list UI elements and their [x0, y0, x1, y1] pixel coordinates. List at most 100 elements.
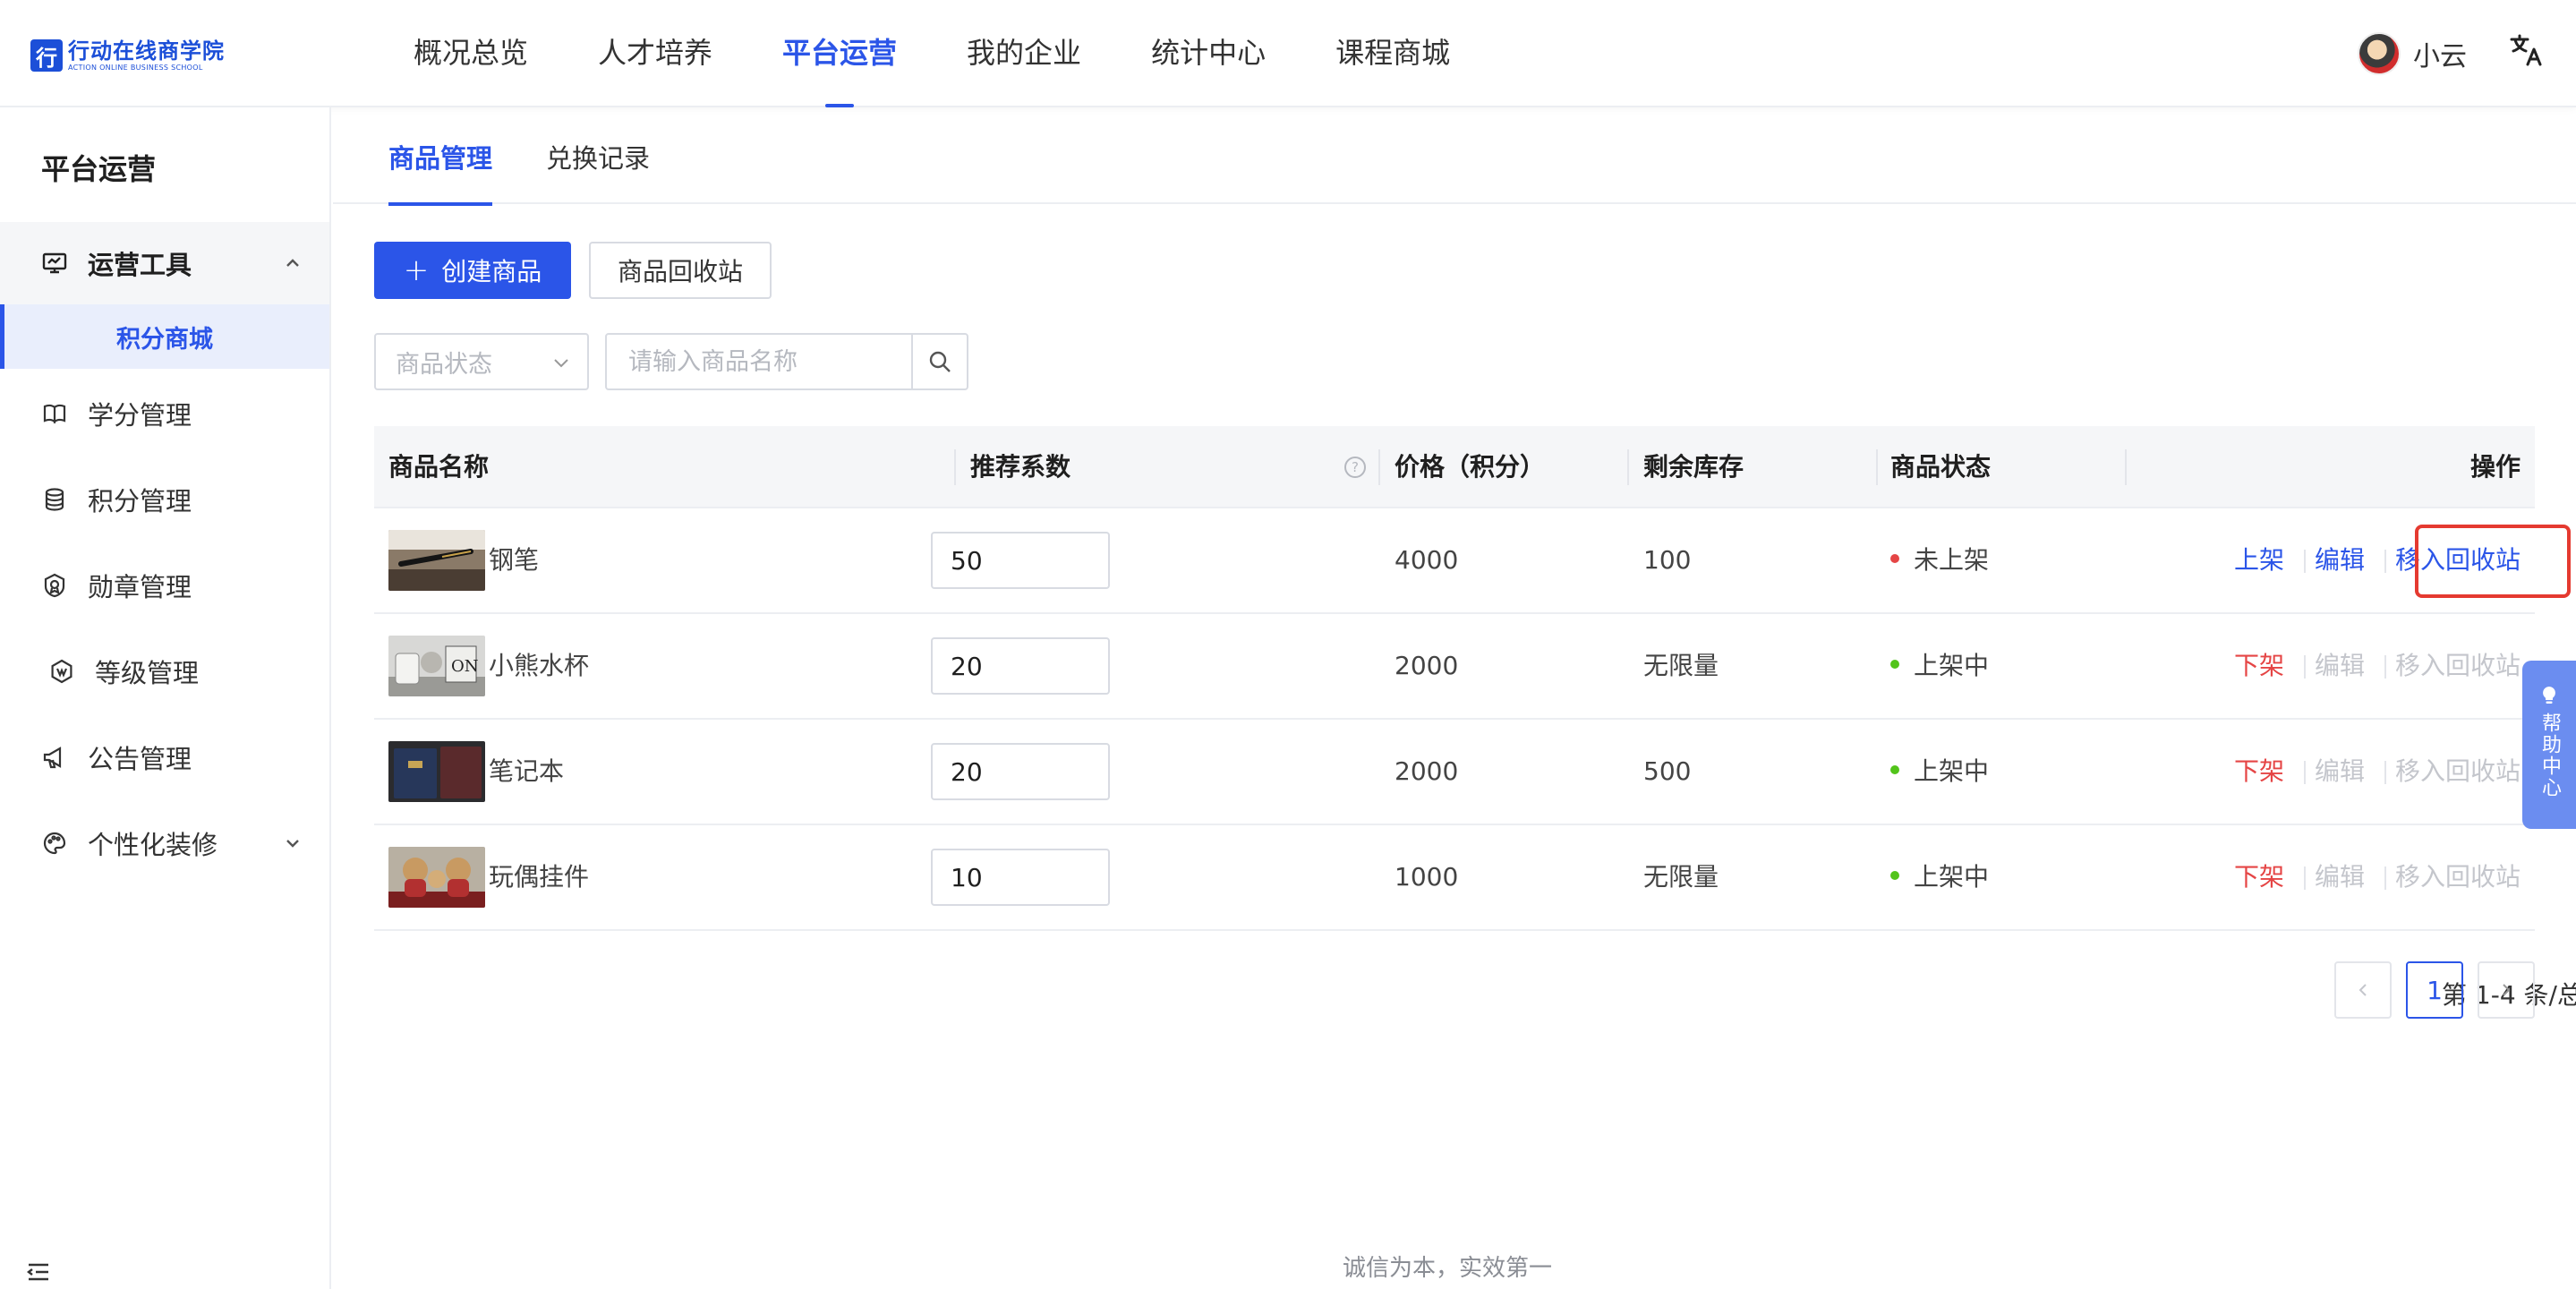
- status-text: 上架中: [1914, 651, 1990, 680]
- product-stock: 无限量: [1643, 651, 1719, 680]
- highlight-box: [2415, 525, 2571, 598]
- create-product-button[interactable]: + 创建商品: [374, 242, 571, 299]
- table-row: 笔记本 2000 500 上架中 下架 编辑 移入回收站: [374, 720, 2535, 825]
- column-divider: [1627, 449, 1629, 485]
- main-nav: 概况总览 人才培养 平台运营 我的企业 统计中心 课程商城: [414, 0, 1520, 107]
- column-header-stock: 剩余库存: [1643, 452, 1744, 482]
- sidebar-item-label: 公告管理: [88, 744, 192, 774]
- search-input[interactable]: [607, 335, 911, 388]
- sidebar: 平台运营 运营工具 积分商城 学分管理 积分管理 勋章管理 等级管理 公告管理 …: [0, 107, 331, 1289]
- recommend-weight-input[interactable]: [931, 743, 1110, 800]
- medal-icon: [41, 572, 68, 599]
- product-table: 商品名称 推荐系数 ? 价格（积分） 剩余库存 商品状态 操作 钢笔 4000 …: [374, 426, 2571, 931]
- recommend-weight-input[interactable]: [931, 637, 1110, 695]
- sidebar-item-label: 学分管理: [88, 400, 192, 431]
- table-header: 商品名称 推荐系数 ? 价格（积分） 剩余库存 商品状态 操作: [374, 426, 2535, 508]
- edit-button: 编辑: [2315, 651, 2366, 680]
- svg-text:ON: ON: [451, 657, 479, 676]
- status-text: 未上架: [1914, 545, 1990, 575]
- product-price: 2000: [1395, 651, 1459, 680]
- status-dot-icon: [1890, 660, 1899, 669]
- product-recycle-bin-button[interactable]: 商品回收站: [589, 242, 772, 299]
- product-name: 钢笔: [489, 545, 540, 575]
- take-off-shelf-button[interactable]: 下架: [2234, 720, 2284, 824]
- palette-icon: [41, 830, 68, 857]
- sidebar-item-levels[interactable]: 等级管理: [0, 636, 329, 707]
- action-divider: [2384, 550, 2386, 573]
- nav-item-my-company[interactable]: 我的企业: [967, 0, 1081, 107]
- move-to-recycle-bin-button: 移入回收站: [2395, 756, 2521, 786]
- megaphone-icon: [41, 744, 68, 771]
- column-divider: [1876, 449, 1878, 485]
- nav-item-platform-ops[interactable]: 平台运营: [782, 0, 897, 107]
- status-dot-icon: [1890, 871, 1899, 880]
- action-divider: [2304, 761, 2306, 784]
- sidebar-item-medals[interactable]: 勋章管理: [0, 550, 329, 621]
- edit-button: 编辑: [2315, 756, 2366, 786]
- product-thumbnail-doll-charm: [388, 847, 485, 908]
- sidebar-item-label: 勋章管理: [88, 572, 192, 602]
- product-thumbnail-pen: [388, 530, 485, 591]
- column-header-status: 商品状态: [1890, 452, 1992, 482]
- tab-exchange-records[interactable]: 兑换记录: [546, 107, 650, 204]
- status-dot-icon: [1890, 554, 1899, 563]
- product-name: 玩偶挂件: [489, 862, 590, 892]
- product-status-select[interactable]: 商品状态: [374, 333, 589, 390]
- logo-name-cn: 行动在线商学院: [68, 38, 225, 64]
- sidebar-title: 平台运营: [41, 152, 157, 186]
- table-row: 玩偶挂件 1000 无限量 上架中 下架 编辑 移入回收站: [374, 825, 2535, 931]
- translate-icon[interactable]: [2506, 32, 2546, 72]
- sidebar-item-announcements[interactable]: 公告管理: [0, 721, 329, 793]
- action-divider: [2384, 866, 2386, 890]
- status-badge: 上架中: [1890, 720, 1989, 824]
- sidebar-group-ops-tools[interactable]: 运营工具: [0, 222, 329, 304]
- chevron-left-icon: [2358, 984, 2367, 996]
- nav-item-statistics[interactable]: 统计中心: [1151, 0, 1266, 107]
- sidebar-item-customization[interactable]: 个性化装修: [0, 807, 329, 879]
- product-stock: 无限量: [1643, 862, 1719, 892]
- sidebar-item-label: 积分管理: [88, 486, 192, 516]
- nav-item-talent[interactable]: 人才培养: [598, 0, 712, 107]
- chevron-down-icon: [286, 840, 299, 848]
- logo-text: 行动在线商学院 ACTION ONLINE BUSINESS SCHOOL: [68, 40, 225, 72]
- help-circle-icon[interactable]: ?: [1344, 457, 1366, 478]
- move-to-recycle-bin-button: 移入回收站: [2395, 651, 2521, 680]
- collapse-sidebar-icon[interactable]: [27, 1262, 50, 1282]
- edit-button[interactable]: 编辑: [2315, 508, 2365, 612]
- tab-bar: 商品管理 兑换记录: [333, 107, 2576, 206]
- take-off-shelf-button[interactable]: 下架: [2234, 614, 2284, 718]
- recommend-weight-input[interactable]: [931, 532, 1110, 589]
- prev-page-button[interactable]: [2334, 961, 2392, 1019]
- sidebar-item-label: 等级管理: [95, 658, 200, 688]
- chevron-up-icon: [286, 259, 299, 267]
- product-price: 1000: [1395, 862, 1459, 892]
- brand-logo[interactable]: 行 行动在线商学院 ACTION ONLINE BUSINESS SCHOOL: [30, 39, 225, 72]
- sidebar-item-points-mall[interactable]: 积分商城: [0, 304, 329, 369]
- search-icon: [929, 351, 951, 372]
- page-number-button[interactable]: 1: [2406, 961, 2463, 1019]
- recommend-weight-input[interactable]: [931, 849, 1110, 906]
- next-page-button[interactable]: [2478, 961, 2535, 1019]
- list-on-shelf-button[interactable]: 上架: [2234, 508, 2284, 612]
- table-row: 钢笔 4000 100 未上架 上架 编辑 移入回收站: [374, 508, 2571, 614]
- action-divider: [2304, 866, 2306, 890]
- user-menu[interactable]: 小云: [2358, 30, 2467, 77]
- product-price: 4000: [1395, 545, 1459, 575]
- status-text: 上架中: [1914, 756, 1990, 786]
- sidebar-item-credits[interactable]: 学分管理: [0, 378, 329, 449]
- status-dot-icon: [1890, 765, 1899, 774]
- help-center-button[interactable]: 帮助中心: [2522, 661, 2576, 829]
- nav-item-course-mall[interactable]: 课程商城: [1335, 0, 1450, 107]
- book-icon: [41, 400, 68, 427]
- nav-item-overview[interactable]: 概况总览: [414, 0, 528, 107]
- column-header-name: 商品名称: [388, 452, 490, 482]
- action-divider: [2304, 550, 2306, 573]
- product-thumbnail-notebook: [388, 741, 485, 802]
- take-off-shelf-button[interactable]: 下架: [2234, 825, 2284, 929]
- status-badge: 未上架: [1890, 508, 1989, 612]
- sidebar-item-points[interactable]: 积分管理: [0, 464, 329, 535]
- tab-product-management[interactable]: 商品管理: [388, 107, 493, 206]
- level-icon: [48, 658, 75, 685]
- search-button[interactable]: [911, 335, 967, 388]
- column-header-actions: 操作: [2469, 452, 2521, 482]
